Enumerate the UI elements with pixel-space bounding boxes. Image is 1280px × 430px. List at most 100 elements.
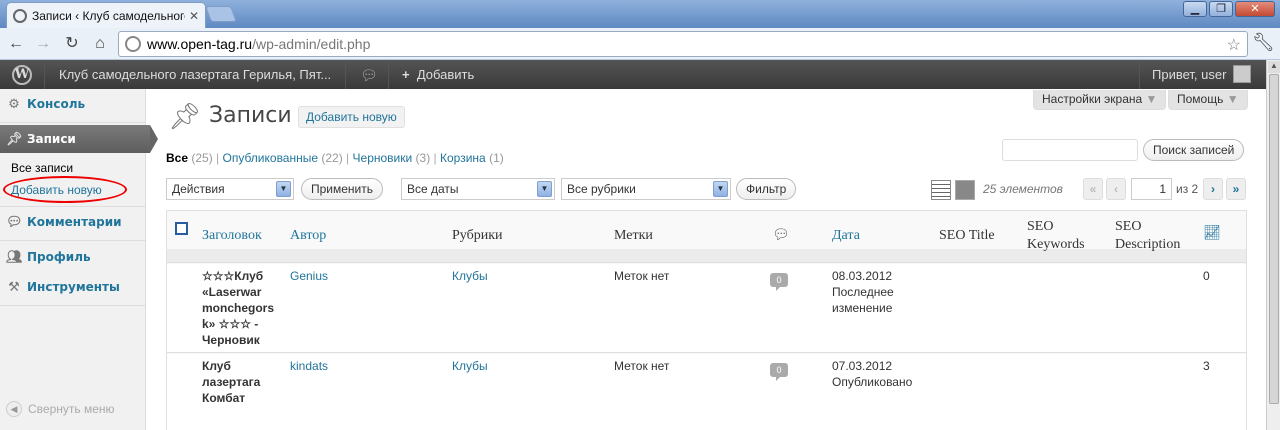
comments-column-icon[interactable]: 💬︎ — [772, 227, 790, 244]
post-author[interactable]: Genius — [290, 268, 328, 284]
address-bar[interactable]: www.open-tag.ru/wp-admin/edit.php ☆ — [118, 31, 1248, 57]
next-page-button[interactable]: › — [1203, 178, 1223, 200]
scroll-up-arrow[interactable]: ▲ — [1268, 61, 1280, 73]
view-drafts[interactable]: Черновики — [353, 151, 413, 165]
maximize-button[interactable]: ❐ — [1209, 1, 1233, 17]
bulk-actions-select[interactable]: Действия ▼ — [166, 178, 294, 200]
post-author[interactable]: kindats — [290, 358, 328, 374]
avatar[interactable] — [1233, 65, 1251, 83]
scroll-thumb[interactable] — [1269, 74, 1279, 404]
filter-button[interactable]: Фильтр — [736, 178, 797, 200]
dropdown-arrow-icon: ▼ — [1226, 92, 1239, 106]
stats-chart-icon[interactable]: 📈︎ — [1203, 225, 1221, 242]
post-status: Опубликовано — [832, 375, 913, 389]
sidebar-item-label: Комментарии — [27, 215, 122, 229]
table-header: Заголовок Автор Рубрики Метки 💬︎ Дата SE… — [167, 211, 1246, 263]
sidebar-divider — [0, 240, 146, 241]
post-status-views: Все (25) | Опубликованные (22) | Чернови… — [166, 151, 504, 165]
wordpress-favicon-icon — [13, 8, 27, 23]
column-categories: Рубрики — [452, 228, 503, 243]
sidebar-item-dashboard[interactable]: ⚙︎ Консоль — [0, 90, 146, 118]
browser-tab[interactable]: Записи ‹ Клуб самодельного ✕ — [6, 2, 206, 28]
add-new-post-button[interactable]: Добавить новую — [298, 106, 405, 128]
post-title[interactable]: ☆☆☆Клуб «Laserwar monchegorsk» ☆☆☆ - Чер… — [202, 268, 278, 348]
bulk-actions-value: Действия — [172, 182, 225, 196]
home-icon[interactable]: ⌂ — [88, 32, 112, 56]
search-posts-button[interactable]: Поиск записей — [1143, 139, 1245, 161]
help-button[interactable]: Помощь ▼ — [1168, 90, 1248, 110]
wordpress-logo-icon[interactable]: W — [12, 65, 32, 85]
categories-select[interactable]: Все рубрики ▼ — [561, 178, 731, 200]
screen-options-button[interactable]: Настройки экрана ▼ — [1033, 90, 1167, 110]
comment-count-bubble[interactable]: 0 — [770, 363, 788, 381]
bookmark-star-icon[interactable]: ☆ — [1227, 35, 1241, 55]
column-seo-keywords: SEO Keywords — [1027, 219, 1085, 252]
close-tab-icon[interactable]: ✕ — [189, 9, 199, 23]
sidebar-divider — [0, 206, 146, 207]
collapse-menu-label: Свернуть меню — [28, 402, 115, 416]
post-category[interactable]: Клубы — [452, 268, 488, 284]
select-all-checkbox[interactable] — [175, 222, 188, 235]
list-view-icon[interactable] — [931, 180, 951, 200]
posts-table: Заголовок Автор Рубрики Метки 💬︎ Дата SE… — [166, 210, 1247, 430]
excerpt-view-icon[interactable] — [955, 180, 975, 200]
wrench-icon[interactable]: 🔧︎ — [1252, 32, 1275, 53]
view-all[interactable]: Все — [166, 151, 188, 165]
comment-icon: 💬︎ — [6, 214, 23, 230]
comments-bubble-icon[interactable]: 💬︎ — [360, 67, 378, 84]
apply-button[interactable]: Применить — [301, 178, 384, 200]
dashboard-icon: ⚙︎ — [8, 96, 20, 112]
column-date[interactable]: Дата — [832, 228, 860, 244]
last-page-button[interactable]: » — [1226, 178, 1246, 200]
post-category[interactable]: Клубы — [452, 358, 488, 374]
forward-icon[interactable]: → — [31, 32, 55, 56]
view-published[interactable]: Опубликованные — [223, 151, 319, 165]
categories-value: Все рубрики — [567, 182, 636, 196]
reload-icon[interactable]: ↻ — [60, 32, 84, 56]
admin-bar-divider — [388, 60, 389, 89]
admin-bar-howdy[interactable]: Привет, user — [1152, 67, 1226, 82]
column-title[interactable]: Заголовок — [202, 228, 262, 244]
post-stat: 0 — [1203, 269, 1210, 283]
admin-bar-site-name[interactable]: Клуб самодельного лазертага Герилья, Пят… — [59, 67, 331, 82]
collapse-menu-button[interactable]: ◀ Свернуть меню — [6, 401, 115, 417]
users-icon: 👥︎ — [6, 249, 23, 265]
post-tags: Меток нет — [614, 269, 670, 283]
post-date: 08.03.2012 — [832, 269, 893, 283]
post-stat: 3 — [1203, 359, 1210, 373]
sidebar-subitem-all-posts[interactable]: Все записи — [11, 161, 73, 175]
dates-select[interactable]: Все даты ▼ — [401, 178, 555, 200]
help-label: Помощь — [1177, 92, 1224, 106]
admin-bar-add-new[interactable]: + Добавить — [402, 67, 474, 82]
current-page-input[interactable]: 1 — [1131, 178, 1172, 200]
post-title[interactable]: Клуб лазертага Комбат — [202, 358, 272, 406]
column-tags: Метки — [614, 228, 653, 243]
prev-page-button[interactable]: ‹ — [1106, 178, 1126, 200]
red-highlight-annotation — [3, 176, 127, 203]
window-close-button[interactable]: ✕ — [1235, 1, 1275, 17]
page-scrollbar[interactable]: ▲ — [1266, 60, 1280, 430]
chevron-down-icon: ▼ — [537, 181, 552, 197]
column-author[interactable]: Автор — [290, 228, 326, 244]
back-icon[interactable]: ← — [4, 32, 28, 56]
sidebar-item-label: Консоль — [27, 97, 86, 111]
view-all-count: (25) — [191, 151, 213, 165]
chevron-down-icon: ▼ — [713, 181, 728, 197]
chevron-down-icon: ▼ — [276, 181, 291, 197]
sidebar-item-comments[interactable]: 💬︎ Комментарии — [0, 208, 146, 236]
column-seo-description: SEO Description — [1115, 219, 1181, 252]
new-tab-button[interactable] — [205, 6, 237, 22]
dropdown-arrow-icon: ▼ — [1145, 92, 1158, 106]
sidebar-divider — [0, 305, 146, 306]
sidebar-item-tools[interactable]: ⚒︎ Инструменты — [0, 273, 146, 301]
sidebar-item-posts[interactable]: 📌︎ Записи — [0, 125, 158, 153]
search-input[interactable] — [1002, 139, 1138, 161]
view-trash[interactable]: Корзина — [440, 151, 486, 165]
first-page-button[interactable]: « — [1083, 178, 1103, 200]
minimize-button[interactable]: ▁ — [1183, 1, 1207, 17]
sidebar-item-profile[interactable]: 👥︎ Профиль — [0, 243, 146, 271]
comment-count-bubble[interactable]: 0 — [770, 273, 788, 291]
column-seo-title: SEO Title — [939, 228, 995, 243]
sidebar-item-label: Записи — [27, 132, 76, 146]
browser-toolbar: ← → ↻ ⌂ www.open-tag.ru/wp-admin/edit.ph… — [0, 28, 1280, 60]
